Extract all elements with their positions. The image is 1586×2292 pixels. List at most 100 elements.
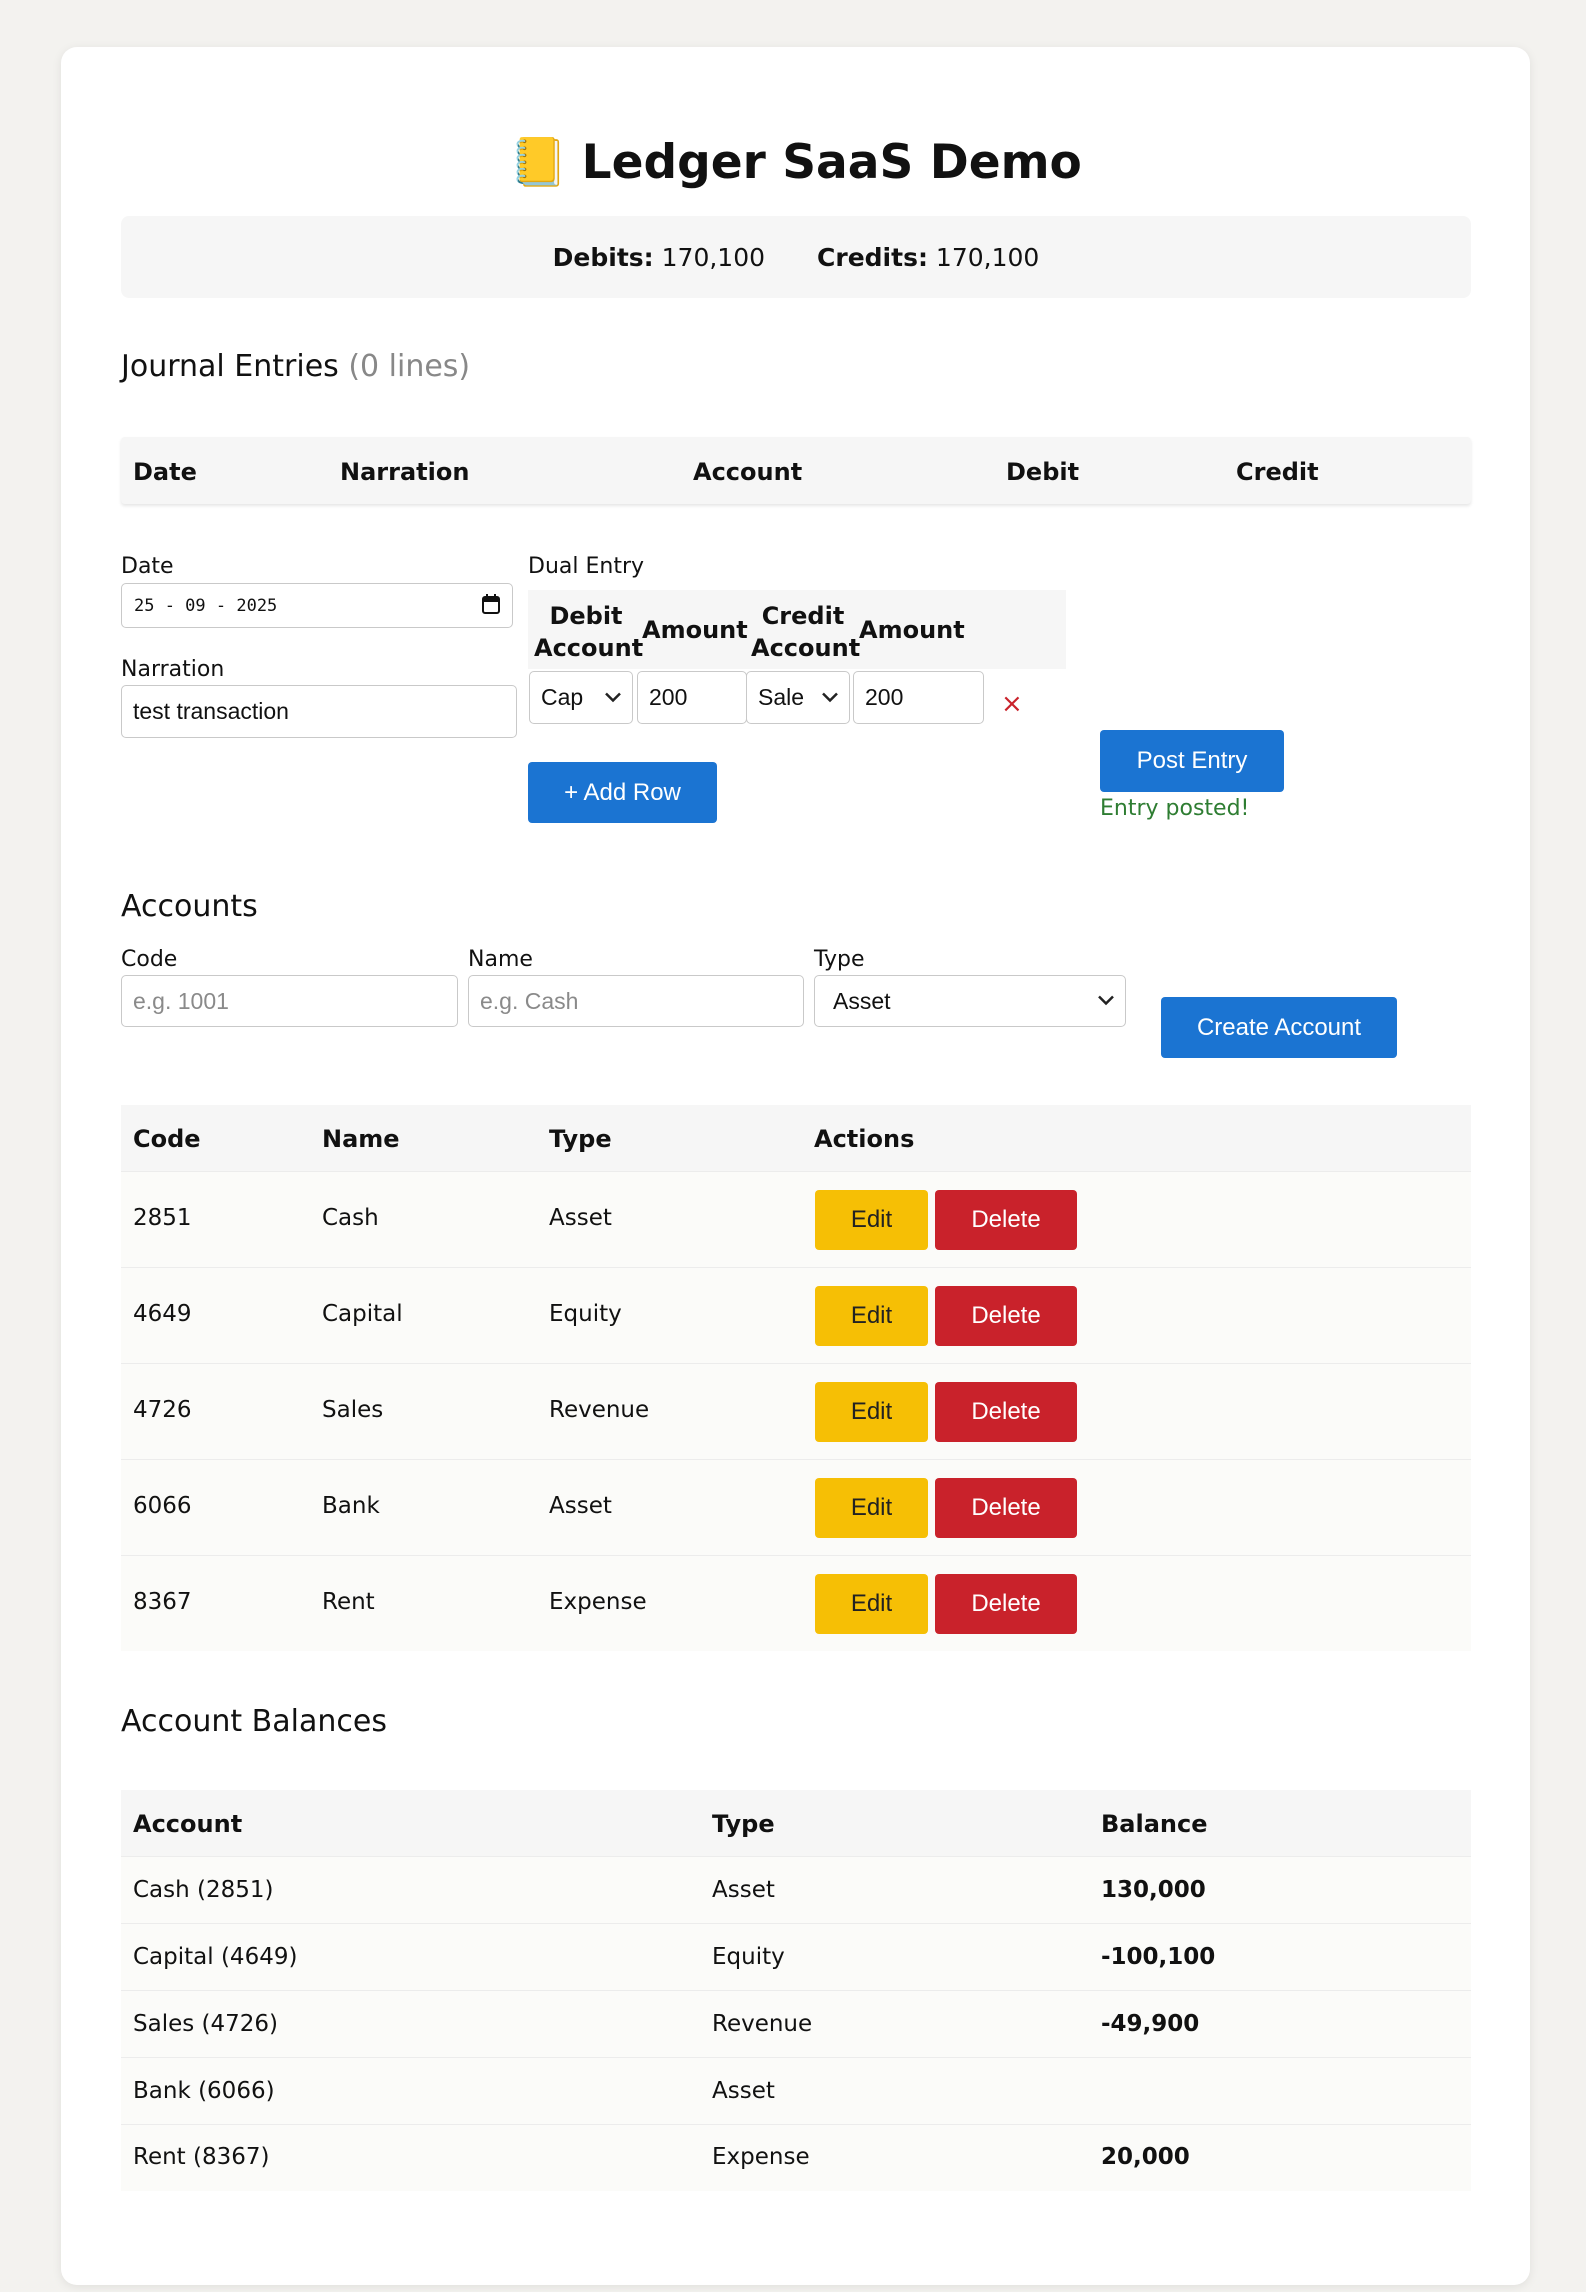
journal-col-narration: Narration bbox=[340, 458, 470, 486]
balance-type: Equity bbox=[712, 1944, 785, 1970]
dual-col-amount-2: Amount bbox=[859, 616, 965, 644]
type-select[interactable]: Asset bbox=[814, 975, 1126, 1027]
notebook-icon: 📒 bbox=[509, 135, 568, 190]
account-code: 4726 bbox=[133, 1397, 192, 1423]
delete-button[interactable]: Delete bbox=[935, 1574, 1077, 1634]
debits-summary: Debits: 170,100 bbox=[553, 243, 765, 272]
totals-summary: Debits: 170,100 Credits: 170,100 bbox=[121, 216, 1471, 298]
journal-heading-text: Journal Entries bbox=[121, 349, 339, 384]
type-value: Asset bbox=[833, 987, 891, 1014]
balance-account: Cash (2851) bbox=[133, 1877, 274, 1903]
calendar-icon[interactable] bbox=[482, 594, 500, 619]
account-name: Rent bbox=[322, 1589, 375, 1615]
journal-col-credit: Credit bbox=[1236, 458, 1319, 486]
narration-input[interactable]: test transaction bbox=[121, 685, 517, 738]
name-input[interactable]: e.g. Cash bbox=[468, 975, 804, 1027]
edit-button[interactable]: Edit bbox=[815, 1382, 928, 1442]
add-row-button[interactable]: + Add Row bbox=[528, 762, 717, 823]
account-name: Cash bbox=[322, 1205, 379, 1231]
narration-label: Narration bbox=[121, 657, 225, 682]
journal-col-account: Account bbox=[693, 458, 803, 486]
type-label: Type bbox=[814, 947, 865, 972]
account-code: 4649 bbox=[133, 1301, 192, 1327]
account-code: 8367 bbox=[133, 1589, 192, 1615]
balance-value: 20,000 bbox=[1101, 2144, 1190, 2170]
credit-account-select[interactable]: Sale bbox=[746, 671, 850, 724]
dual-col-credit-account-l1: Credit bbox=[761, 602, 845, 630]
date-input[interactable]: 25 - 09 - 2025 bbox=[121, 583, 513, 628]
account-code: 6066 bbox=[133, 1493, 192, 1519]
accounts-col-code: Code bbox=[133, 1125, 201, 1153]
balance-value: 130,000 bbox=[1101, 1877, 1206, 1903]
accounts-col-type: Type bbox=[549, 1125, 612, 1153]
account-name: Capital bbox=[322, 1301, 403, 1327]
balance-value: -100,100 bbox=[1101, 1944, 1216, 1970]
table-row bbox=[121, 1856, 1471, 1923]
edit-button[interactable]: Edit bbox=[815, 1478, 928, 1538]
debits-label: Debits: bbox=[552, 242, 654, 272]
remove-row-icon[interactable]: × bbox=[1001, 691, 1023, 717]
account-type: Revenue bbox=[549, 1397, 650, 1423]
dual-col-debit-account: Debit Account bbox=[534, 600, 644, 664]
chevron-down-icon bbox=[1097, 991, 1115, 1012]
accounts-col-name: Name bbox=[322, 1125, 400, 1153]
dual-col-debit-account-l2: Account bbox=[534, 634, 644, 662]
table-row bbox=[121, 1923, 1471, 1990]
edit-button[interactable]: Edit bbox=[815, 1574, 928, 1634]
journal-line-count: (0 lines) bbox=[348, 349, 471, 384]
balances-col-account: Account bbox=[133, 1810, 243, 1838]
account-type: Expense bbox=[549, 1589, 647, 1615]
name-label: Name bbox=[468, 947, 533, 972]
code-label: Code bbox=[121, 947, 178, 972]
account-type: Equity bbox=[549, 1301, 622, 1327]
delete-button[interactable]: Delete bbox=[935, 1478, 1077, 1538]
entry-status-message: Entry posted! bbox=[1100, 796, 1250, 821]
balances-col-type: Type bbox=[712, 1810, 775, 1838]
debit-account-value: Cap bbox=[541, 684, 584, 710]
date-value: 25 - 09 - 2025 bbox=[134, 595, 278, 616]
debits-value: 170,100 bbox=[661, 242, 766, 272]
dual-col-credit-account: Credit Account bbox=[751, 600, 861, 664]
debit-account-select[interactable]: Cap bbox=[529, 671, 633, 724]
balance-account: Bank (6066) bbox=[133, 2078, 275, 2104]
balances-heading: Account Balances bbox=[121, 1704, 387, 1739]
credit-account-value: Sale bbox=[758, 684, 805, 710]
date-label: Date bbox=[121, 554, 174, 579]
create-account-button[interactable]: Create Account bbox=[1161, 997, 1397, 1058]
edit-button[interactable]: Edit bbox=[815, 1190, 928, 1250]
accounts-col-actions: Actions bbox=[814, 1125, 915, 1153]
balance-account: Rent (8367) bbox=[133, 2144, 270, 2170]
account-type: Asset bbox=[549, 1493, 612, 1519]
post-entry-button[interactable]: Post Entry bbox=[1100, 730, 1284, 792]
balance-account: Capital (4649) bbox=[133, 1944, 298, 1970]
dual-col-amount-1: Amount bbox=[642, 616, 748, 644]
dual-entry-label: Dual Entry bbox=[528, 554, 645, 579]
delete-button[interactable]: Delete bbox=[935, 1286, 1077, 1346]
delete-button[interactable]: Delete bbox=[935, 1190, 1077, 1250]
account-code: 2851 bbox=[133, 1205, 192, 1231]
table-row bbox=[121, 2057, 1471, 2124]
debit-amount-input[interactable]: 200 bbox=[637, 671, 747, 724]
balance-type: Expense bbox=[712, 2144, 810, 2170]
account-type: Asset bbox=[549, 1205, 612, 1231]
credits-label: Credits: bbox=[817, 242, 928, 272]
delete-button[interactable]: Delete bbox=[935, 1382, 1077, 1442]
edit-button[interactable]: Edit bbox=[815, 1286, 928, 1346]
accounts-heading: Accounts bbox=[121, 889, 258, 924]
code-input[interactable]: e.g. 1001 bbox=[121, 975, 458, 1027]
balances-col-balance: Balance bbox=[1101, 1810, 1208, 1838]
account-name: Bank bbox=[322, 1493, 380, 1519]
balance-type: Asset bbox=[712, 2078, 775, 2104]
name-placeholder: e.g. Cash bbox=[480, 987, 579, 1014]
account-name: Sales bbox=[322, 1397, 384, 1423]
credit-amount-input[interactable]: 200 bbox=[853, 671, 984, 724]
main-card: 📒 Ledger SaaS Demo Debits: 170,100 Credit… bbox=[61, 47, 1530, 2285]
credits-summary: Credits: 170,100 bbox=[817, 243, 1039, 272]
journal-col-date: Date bbox=[133, 458, 197, 486]
journal-col-debit: Debit bbox=[1006, 458, 1080, 486]
balance-type: Revenue bbox=[712, 2011, 813, 2037]
chevron-down-icon bbox=[604, 687, 622, 708]
credit-amount-value: 200 bbox=[865, 684, 904, 710]
narration-value: test transaction bbox=[133, 698, 289, 724]
dual-col-credit-account-l2: Account bbox=[751, 634, 861, 662]
